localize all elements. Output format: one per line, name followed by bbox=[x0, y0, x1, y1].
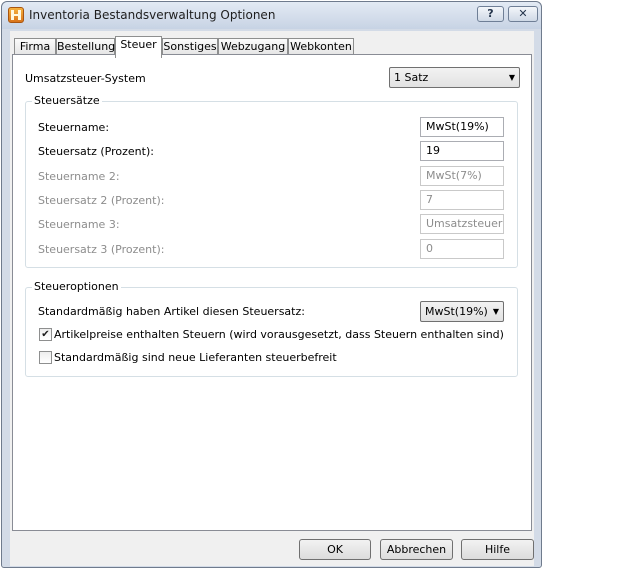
tax-rate-2-label: Steuersatz 2 (Prozent): bbox=[38, 194, 165, 207]
tax-name-3-label: Steuername 3: bbox=[38, 218, 120, 231]
suppliers-tax-exempt-checkbox[interactable] bbox=[39, 351, 52, 364]
tax-system-label: Umsatzsteuer-System bbox=[25, 72, 146, 85]
help-title-button[interactable]: ? bbox=[477, 6, 504, 22]
tax-system-value: 1 Satz bbox=[394, 71, 429, 84]
checkmark-icon: ✔ bbox=[41, 329, 50, 340]
tax-name-3-field[interactable]: Umsatzsteuer 3 bbox=[420, 214, 504, 234]
tax-rate-3-field[interactable]: 0 bbox=[420, 239, 504, 259]
ok-button[interactable]: OK bbox=[299, 539, 371, 560]
dialog-client-area: Firma Bestellung Steuer Sonstiges Webzug… bbox=[10, 31, 534, 566]
tax-name-label: Steuername: bbox=[38, 121, 110, 134]
options-dialog: Inventoria Bestandsverwaltung Optionen ?… bbox=[1, 1, 542, 568]
app-logo-icon bbox=[8, 7, 24, 23]
cancel-button[interactable]: Abbrechen bbox=[380, 539, 453, 560]
tax-options-group: Steueroptionen Standardmäßig haben Artik… bbox=[25, 280, 518, 377]
steuer-tab-panel: Umsatzsteuer-System 1 Satz ▼ Steuersätze… bbox=[12, 54, 532, 531]
chevron-down-icon: ▼ bbox=[508, 73, 515, 82]
window-title: Inventoria Bestandsverwaltung Optionen bbox=[29, 8, 276, 22]
close-button[interactable]: ✕ bbox=[508, 6, 538, 22]
tax-rate-label: Steuersatz (Prozent): bbox=[38, 145, 154, 158]
prices-include-tax-checkbox[interactable]: ✔ bbox=[39, 328, 52, 341]
tax-system-dropdown[interactable]: 1 Satz ▼ bbox=[389, 67, 520, 88]
tax-rate-3-label: Steuersatz 3 (Prozent): bbox=[38, 243, 165, 256]
tax-rates-group-title: Steuersätze bbox=[32, 94, 102, 107]
title-bar: Inventoria Bestandsverwaltung Optionen ?… bbox=[2, 2, 541, 29]
help-button[interactable]: Hilfe bbox=[461, 539, 534, 560]
chevron-down-icon: ▼ bbox=[492, 307, 499, 316]
tax-rates-group: Steuersätze Steuername: MwSt(19%) Steuer… bbox=[25, 94, 518, 268]
tax-name-field[interactable]: MwSt(19%) bbox=[420, 117, 504, 137]
prices-include-tax-label[interactable]: Artikelpreise enthalten Steuern (wird vo… bbox=[54, 328, 504, 341]
default-tax-rate-label: Standardmäßig haben Artikel diesen Steue… bbox=[38, 305, 305, 318]
tax-options-group-title: Steueroptionen bbox=[32, 280, 121, 293]
tax-name-2-label: Steuername 2: bbox=[38, 170, 120, 183]
default-tax-rate-dropdown[interactable]: MwSt(19%) ▼ bbox=[420, 301, 504, 322]
tax-name-2-field[interactable]: MwSt(7%) bbox=[420, 166, 504, 186]
tab-steuer[interactable]: Steuer bbox=[115, 36, 162, 58]
tax-rate-field[interactable]: 19 bbox=[420, 141, 504, 161]
tax-rate-2-field[interactable]: 7 bbox=[420, 190, 504, 210]
suppliers-tax-exempt-label[interactable]: Standardmäßig sind neue Lieferanten steu… bbox=[54, 351, 337, 364]
default-tax-rate-value: MwSt(19%) bbox=[425, 305, 488, 318]
